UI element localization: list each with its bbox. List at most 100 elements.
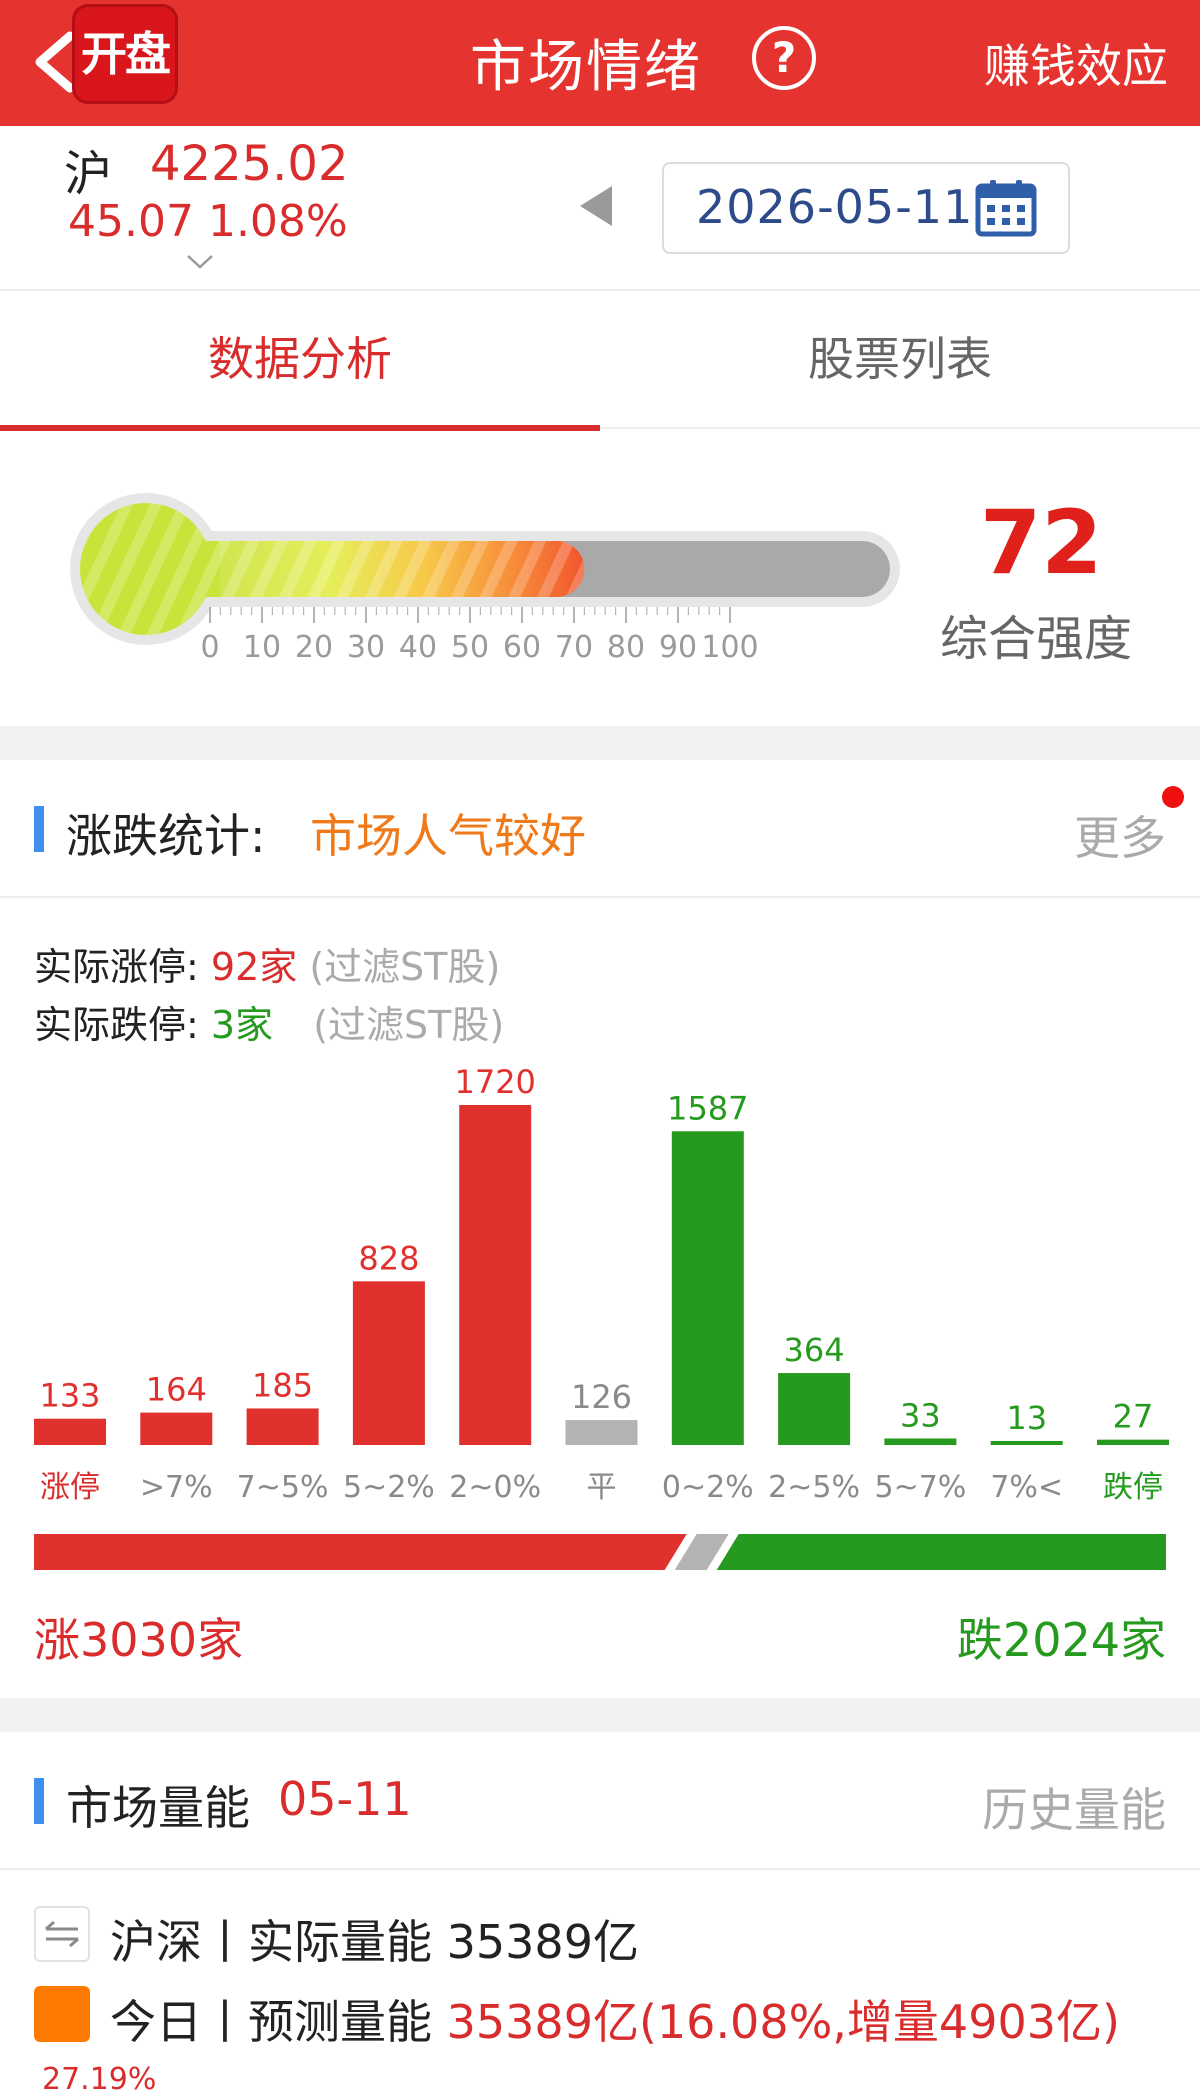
strength-gauge-section: 0 10 20 30 40 50 60 70 80 90 100 72 综合强度 (0, 431, 1200, 726)
tab-data-analysis[interactable]: 数据分析 (0, 291, 600, 431)
gauge-tick-label: 30 (347, 630, 385, 665)
tab-bar: 数据分析 股票列表 (0, 291, 1200, 431)
fall-total: 跌2024家 (956, 1613, 1166, 1667)
rise-fall-ratio-bar (34, 1534, 1166, 1570)
stats-sentiment: 市场人气较好 (310, 809, 586, 863)
strength-gauge: 0 10 20 30 40 50 60 70 80 90 100 (70, 493, 900, 665)
category-label: 2~0% (449, 1470, 541, 1505)
gauge-tick-label: 20 (295, 630, 333, 665)
bar-value-label: 364 (784, 1331, 845, 1369)
category-label: 2~5% (768, 1470, 860, 1505)
bar-4 (459, 1105, 532, 1445)
limit-up-note: (过滤ST股) (309, 945, 501, 989)
category-label: 5~2% (343, 1470, 435, 1505)
category-label: >7% (140, 1470, 213, 1505)
gauge-tick-label: 80 (607, 630, 645, 665)
bar-7 (778, 1373, 851, 1445)
forecast-volume-value: 35389亿(16.08%,增量4903亿) (446, 1995, 1120, 2049)
bar-value-label: 133 (39, 1377, 100, 1415)
bar-value-label: 185 (252, 1366, 313, 1404)
limit-up-label: 实际涨停: (34, 945, 199, 989)
actual-volume-label: 沪深丨实际量能 (110, 1915, 447, 1969)
notification-dot (1162, 786, 1184, 808)
strength-score: 72 (980, 491, 1103, 594)
limit-down-line: 实际跌停: 3家 (过滤ST股) (34, 994, 504, 1049)
history-volume-link[interactable]: 历史量能 (982, 1774, 1166, 1840)
gauge-tick-label: 40 (399, 630, 437, 665)
limit-up-value: 92家 (210, 945, 298, 989)
bar-value-label: 13 (1006, 1399, 1047, 1437)
actual-volume-text: 沪深丨实际量能 35389亿 (110, 1906, 639, 1972)
rise-portion (34, 1534, 687, 1570)
bar-value-label: 164 (146, 1371, 207, 1409)
rise-fall-distribution-chart: 133 涨停 164 >7% 185 7~5% 828 5~2% 1720 2~0% 126 平 158… (34, 1063, 1169, 1505)
section-divider (0, 726, 1200, 760)
bar-2 (246, 1408, 319, 1445)
category-label: 7~5% (237, 1470, 329, 1505)
volume-title: 市场量能 (66, 1781, 250, 1835)
index-name: 沪 (64, 146, 113, 202)
volume-date: 05-11 (278, 1772, 412, 1826)
partial-percent-label: 27.19% (42, 2062, 157, 2090)
category-label: 平 (587, 1470, 617, 1505)
bar-8 (884, 1438, 957, 1445)
bar-value-label: 27 (1113, 1398, 1154, 1436)
bar-6 (671, 1131, 744, 1445)
strength-score-label: 综合强度 (940, 611, 1133, 667)
fall-portion (716, 1534, 1166, 1570)
forecast-legend-icon (34, 1986, 90, 2042)
bar-3 (352, 1281, 425, 1445)
category-label: 涨停 (40, 1470, 100, 1505)
bar-0 (34, 1418, 106, 1445)
bar-value-label: 828 (358, 1239, 419, 1277)
gauge-tick-label: 60 (503, 630, 541, 665)
tab-stock-list[interactable]: 股票列表 (600, 291, 1200, 429)
category-label: 0~2% (662, 1470, 754, 1505)
gauge-tick-label: 90 (659, 630, 697, 665)
stats-header: 涨跌统计: 市场人气较好 更多 (0, 760, 1200, 898)
chevron-left-icon (35, 31, 75, 93)
gauge-tick-label: 10 (243, 630, 281, 665)
section-divider (0, 1698, 1200, 1732)
category-label: 7%< (990, 1470, 1063, 1505)
swap-icon[interactable] (34, 1906, 90, 1962)
volume-header: 市场量能 05-11 历史量能 (0, 1732, 1200, 1870)
gauge-tick-label: 50 (451, 630, 489, 665)
limit-down-note: (过滤ST股) (313, 1003, 505, 1047)
index-value: 4225.02 (150, 136, 349, 192)
profit-effect-link[interactable]: 赚钱效应 (984, 30, 1168, 96)
gauge-tick-label: 100 (701, 630, 758, 665)
bar-10 (1097, 1439, 1169, 1445)
forecast-volume-text: 今日丨预测量能 35389亿(16.08%,增量4903亿) (110, 1986, 1120, 2052)
rise-total: 涨3030家 (34, 1613, 244, 1667)
app-logo: 开盘 (72, 4, 178, 104)
bar-value-label: 1587 (667, 1089, 748, 1127)
index-change: 45.07 1.08% (68, 196, 348, 247)
calendar-icon (975, 180, 1037, 237)
limit-down-label: 实际跌停: (34, 1003, 199, 1047)
stats-more-link[interactable]: 更多 (1074, 802, 1166, 868)
bar-9 (990, 1441, 1063, 1445)
bar-value-label: 126 (571, 1378, 632, 1416)
help-icon[interactable]: ? (752, 26, 816, 90)
page-title: 市场情绪 (470, 35, 702, 100)
category-label: 5~7% (874, 1470, 966, 1505)
bar-5 (565, 1420, 638, 1445)
limit-down-value: 3家 (210, 1003, 274, 1047)
forecast-volume-label: 今日丨预测量能 (110, 1995, 447, 2049)
date-picker[interactable]: 2026-05-11 (662, 162, 1070, 254)
previous-date-icon[interactable] (578, 184, 614, 228)
chevron-down-icon[interactable] (186, 254, 214, 270)
bar-1 (140, 1412, 213, 1445)
gauge-tick-label: 0 (200, 630, 219, 665)
date-value: 2026-05-11 (696, 180, 974, 234)
limit-up-line: 实际涨停: 92家 (过滤ST股) (34, 936, 500, 991)
bar-value-label: 1720 (454, 1063, 535, 1101)
category-label: 跌停 (1103, 1470, 1163, 1505)
bar-value-label: 33 (900, 1396, 941, 1434)
app-header: 开盘 市场情绪 ? 赚钱效应 (0, 0, 1200, 126)
gauge-tick-label: 70 (555, 630, 593, 665)
stats-title: 涨跌统计: (66, 809, 266, 863)
actual-volume-value: 35389亿 (446, 1915, 639, 1969)
section-marker (34, 806, 44, 852)
